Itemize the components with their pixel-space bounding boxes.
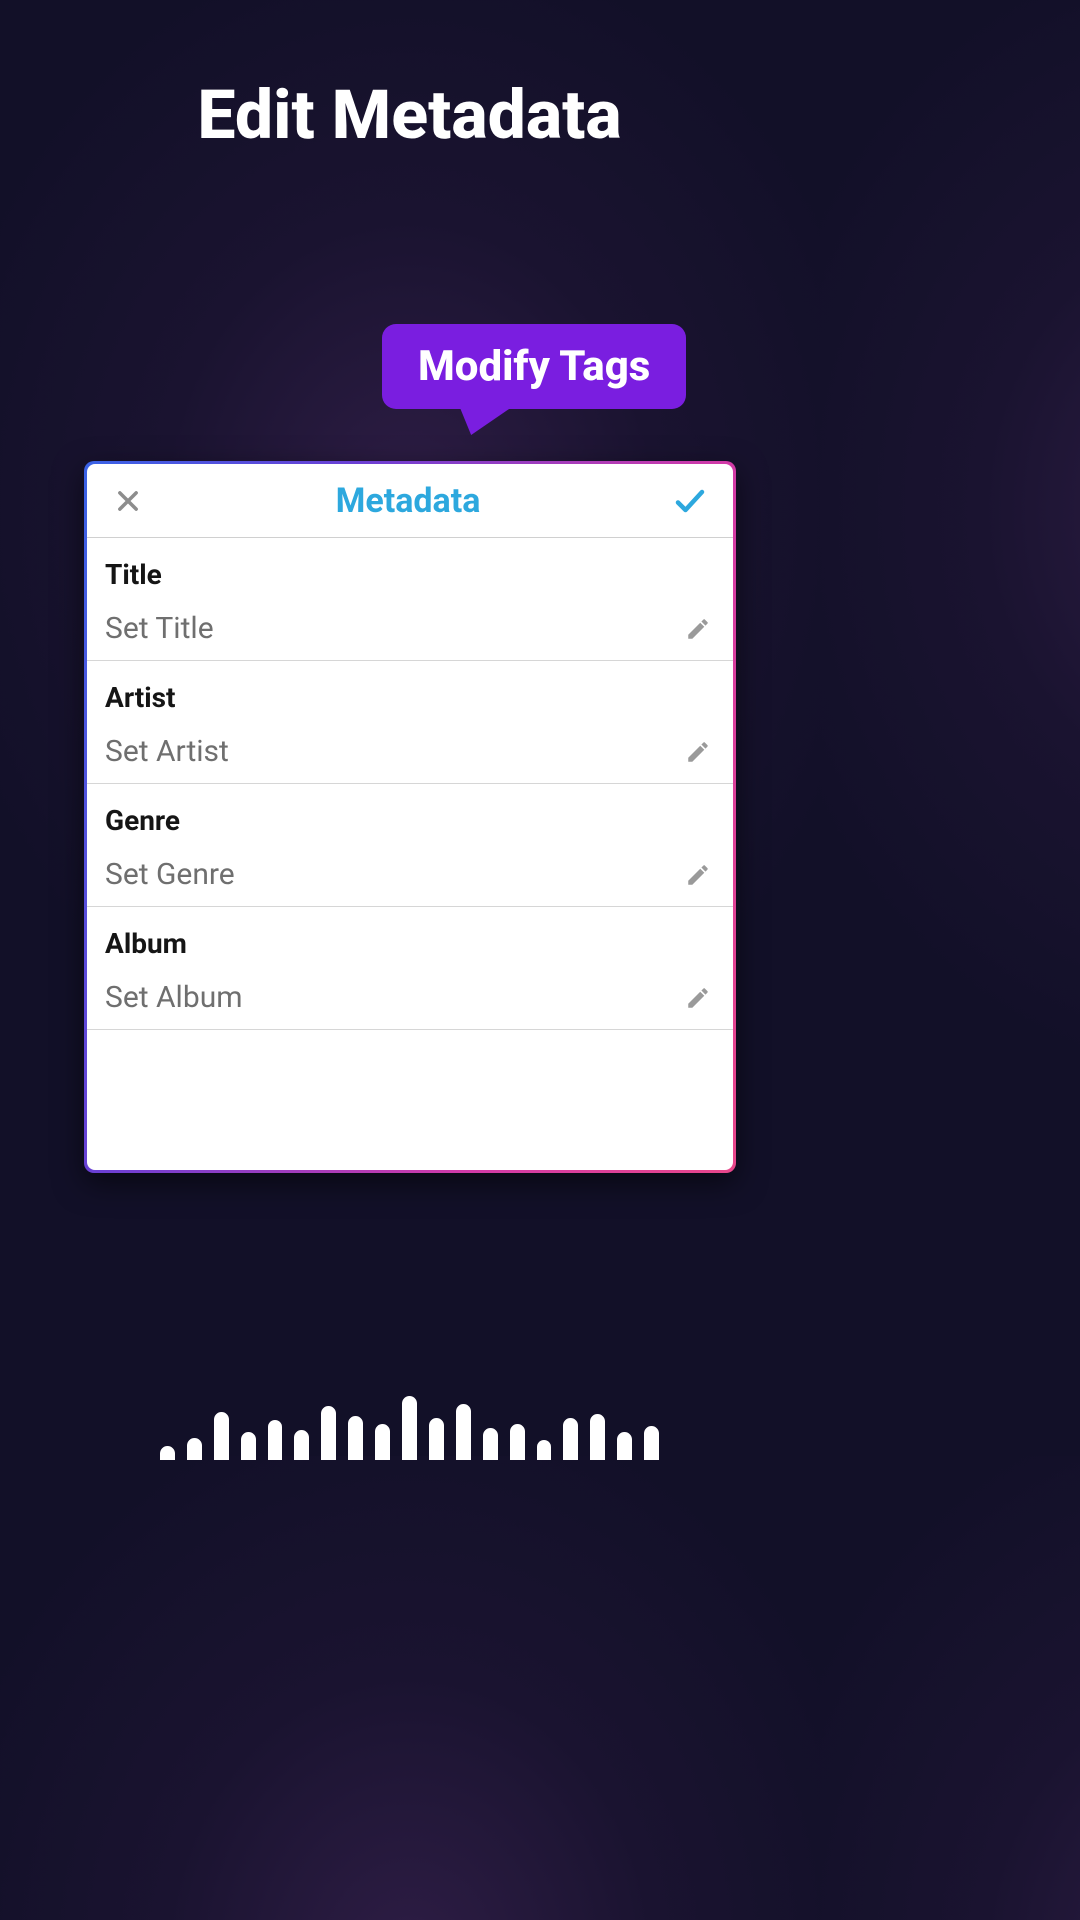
pencil-icon xyxy=(685,985,711,1011)
waveform-bar xyxy=(187,1438,202,1460)
edit-artist-button[interactable] xyxy=(681,735,715,769)
pencil-icon xyxy=(685,616,711,642)
metadata-card-header: Metadata xyxy=(87,464,733,538)
waveform-bar xyxy=(268,1420,283,1460)
title-input[interactable] xyxy=(105,611,681,646)
waveform-bar xyxy=(375,1424,390,1460)
field-label-title: Title xyxy=(105,558,715,591)
waveform-bar xyxy=(537,1440,552,1460)
field-label-album: Album xyxy=(105,927,715,960)
genre-input[interactable] xyxy=(105,857,681,892)
field-album: Album xyxy=(87,907,733,1030)
edit-title-button[interactable] xyxy=(681,612,715,646)
field-genre: Genre xyxy=(87,784,733,907)
waveform-bar xyxy=(563,1418,578,1460)
waveform-bar xyxy=(617,1432,632,1460)
metadata-header-title: Metadata xyxy=(336,481,481,521)
waveform-decoration xyxy=(0,1390,819,1460)
waveform-bar xyxy=(214,1412,229,1460)
close-button[interactable] xyxy=(109,482,147,520)
album-input[interactable] xyxy=(105,980,681,1015)
field-label-genre: Genre xyxy=(105,804,715,837)
waveform-bar xyxy=(321,1406,336,1460)
close-icon xyxy=(114,487,142,515)
edit-album-button[interactable] xyxy=(681,981,715,1015)
waveform-bar xyxy=(483,1428,498,1460)
waveform-bar xyxy=(644,1426,659,1460)
pencil-icon xyxy=(685,862,711,888)
waveform-bar xyxy=(402,1396,417,1460)
field-label-artist: Artist xyxy=(105,681,715,714)
waveform-bar xyxy=(241,1432,256,1460)
metadata-card: Metadata Title Artist xyxy=(84,461,736,1173)
field-artist: Artist xyxy=(87,661,733,784)
waveform-bar xyxy=(160,1446,175,1460)
waveform-bar xyxy=(294,1430,309,1460)
waveform-bar xyxy=(348,1416,363,1460)
field-title: Title xyxy=(87,538,733,661)
modify-tags-tooltip: Modify Tags xyxy=(382,324,686,409)
pencil-icon xyxy=(685,739,711,765)
waveform-bar xyxy=(590,1414,605,1460)
waveform-bar xyxy=(456,1404,471,1460)
edit-genre-button[interactable] xyxy=(681,858,715,892)
waveform-bar xyxy=(429,1418,444,1460)
page-title: Edit Metadata xyxy=(0,75,819,155)
artist-input[interactable] xyxy=(105,734,681,769)
waveform-bar xyxy=(510,1424,525,1460)
confirm-button[interactable] xyxy=(669,480,711,522)
check-icon xyxy=(672,483,708,519)
